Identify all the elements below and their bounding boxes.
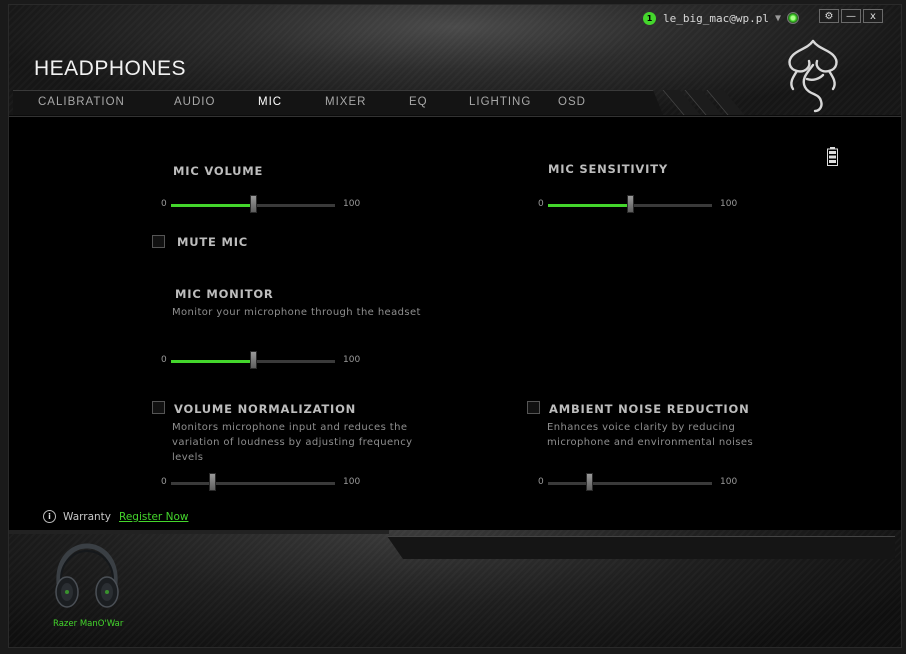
slider-max-label: 100 — [343, 355, 361, 365]
slider-fill — [171, 360, 253, 363]
slider-handle[interactable] — [209, 473, 216, 491]
mic-volume-slider[interactable]: 0 100 — [161, 195, 361, 213]
info-icon: i — [43, 510, 56, 523]
warranty-row: i Warranty Register Now — [43, 510, 188, 523]
slider-min-label: 0 — [538, 199, 544, 209]
mic-monitor-label: MIC MONITOR — [175, 287, 274, 301]
mute-mic-label: MUTE MIC — [177, 235, 249, 249]
tab-mic[interactable]: MIC — [258, 96, 282, 108]
slider-fill — [548, 204, 630, 207]
window-controls: ⚙ — x — [819, 9, 883, 23]
close-button[interactable]: x — [863, 9, 883, 23]
ambient-noise-reduction-description: Enhances voice clarity by reducing micro… — [547, 422, 754, 448]
tab-strip: CALIBRATION AUDIO MIC MIXER EQ LIGHTING … — [13, 90, 663, 115]
slider-min-label: 0 — [161, 199, 167, 209]
mic-settings-panel: MIC VOLUME 0 100 MIC SENSITIVITY 0 100 M… — [9, 116, 901, 531]
tab-audio[interactable]: AUDIO — [174, 96, 215, 108]
user-email[interactable]: le_big_mac@wp.pl — [663, 12, 769, 25]
tab-mixer[interactable]: MIXER — [325, 96, 366, 108]
slider-handle[interactable] — [586, 473, 593, 491]
slider-min-label: 0 — [161, 477, 167, 487]
tab-calibration[interactable]: CALIBRATION — [38, 96, 125, 108]
settings-button[interactable]: ⚙ — [819, 9, 839, 23]
ambient-noise-reduction-checkbox[interactable] — [527, 401, 540, 414]
register-now-link[interactable]: Register Now — [119, 511, 188, 523]
tab-eq[interactable]: EQ — [409, 96, 428, 108]
slider-max-label: 100 — [720, 199, 738, 209]
battery-icon — [827, 147, 838, 166]
page-title: HEADPHONES — [34, 57, 187, 80]
slider-max-label: 100 — [720, 477, 738, 487]
slider-track[interactable] — [171, 351, 335, 369]
warranty-label: Warranty — [63, 510, 112, 523]
slider-handle[interactable] — [250, 351, 257, 369]
app-window: HEADPHONES 1 le_big_mac@wp.pl ▼ ⚙ — x CA… — [8, 4, 902, 648]
headphones-device-icon[interactable] — [47, 540, 127, 615]
slider-min-label: 0 — [161, 355, 167, 365]
slider-max-label: 100 — [343, 477, 361, 487]
slider-fill — [171, 204, 253, 207]
mic-monitor-description: Monitor your microphone through the head… — [172, 307, 421, 318]
slider-max-label: 100 — [343, 199, 361, 209]
slider-handle[interactable] — [627, 195, 634, 213]
slider-track[interactable] — [171, 195, 335, 213]
minimize-button[interactable]: — — [841, 9, 861, 23]
ambient-noise-reduction-label: AMBIENT NOISE REDUCTION — [549, 402, 750, 416]
slider-min-label: 0 — [538, 477, 544, 487]
slider-track[interactable] — [548, 195, 712, 213]
device-footer: Razer ManO'War — [9, 530, 901, 647]
device-name[interactable]: Razer ManO'War — [53, 619, 123, 629]
slider-handle[interactable] — [250, 195, 257, 213]
notification-badge[interactable]: 1 — [643, 11, 656, 25]
chevron-down-icon[interactable]: ▼ — [775, 13, 781, 24]
mute-mic-checkbox[interactable] — [152, 235, 165, 248]
ambient-noise-reduction-slider[interactable]: 0 100 — [538, 473, 738, 491]
slider-fill — [548, 482, 589, 485]
slider-fill — [171, 482, 212, 485]
tab-osd[interactable]: OSD — [558, 96, 586, 108]
volume-normalization-slider[interactable]: 0 100 — [161, 473, 361, 491]
volume-normalization-description: Monitors microphone input and reduces th… — [172, 422, 413, 463]
slider-track[interactable] — [548, 473, 712, 491]
mic-sensitivity-slider[interactable]: 0 100 — [538, 195, 738, 213]
volume-normalization-checkbox[interactable] — [152, 401, 165, 414]
slider-track[interactable] — [171, 473, 335, 491]
mic-volume-label: MIC VOLUME — [173, 164, 264, 178]
tab-bar: CALIBRATION AUDIO MIC MIXER EQ LIGHTING … — [9, 90, 901, 116]
online-status-icon — [787, 12, 799, 24]
footer-divider — [9, 530, 389, 534]
tab-lighting[interactable]: LIGHTING — [469, 96, 531, 108]
mic-monitor-slider[interactable]: 0 100 — [161, 351, 361, 369]
user-account[interactable]: 1 le_big_mac@wp.pl ▼ — [643, 9, 799, 27]
mic-sensitivity-label: MIC SENSITIVITY — [548, 162, 668, 176]
footer-stripe — [387, 536, 895, 559]
volume-normalization-label: VOLUME NORMALIZATION — [174, 402, 357, 416]
